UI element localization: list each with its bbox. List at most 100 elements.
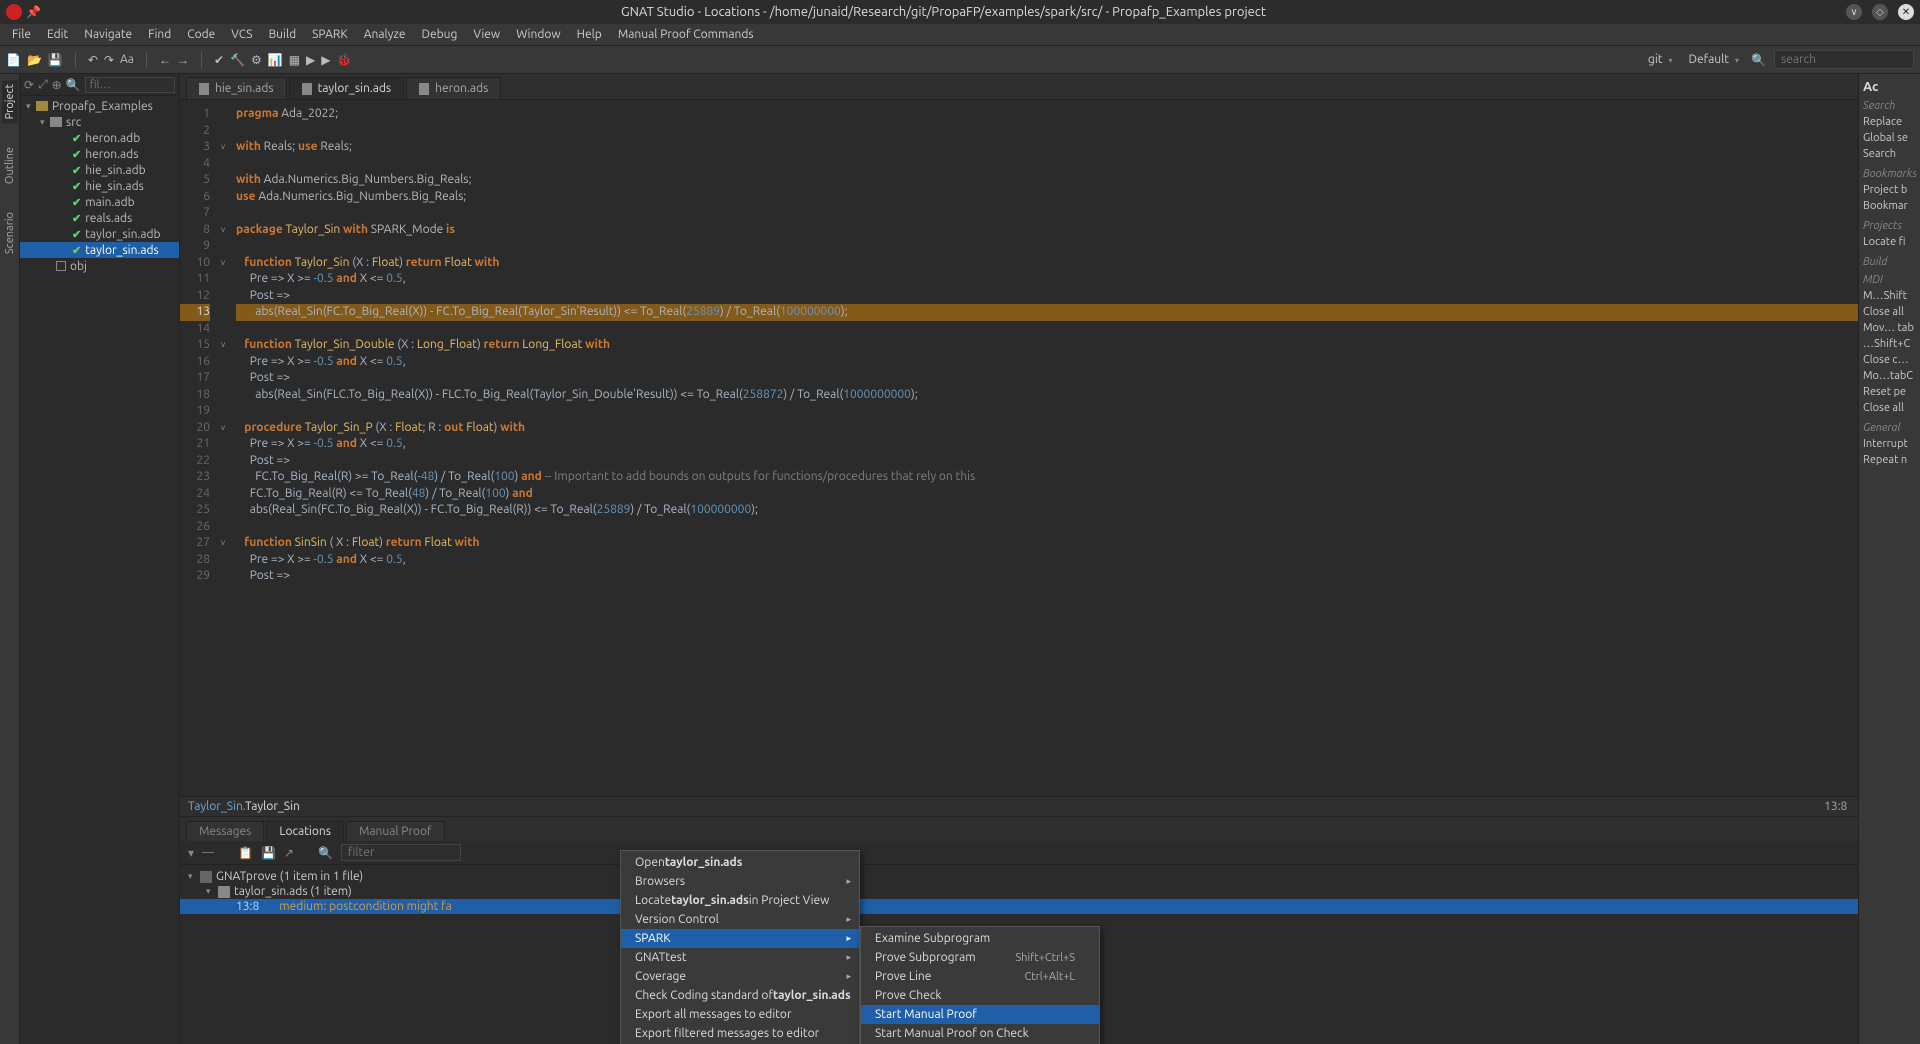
menu-spark[interactable]: SPARK (304, 26, 356, 43)
ctx-item[interactable]: Check Coding standard of taylor_sin.ads (621, 986, 859, 1005)
file-hie_sin-ads[interactable]: ✔hie_sin.ads (20, 178, 179, 194)
vtab-project[interactable]: Project (2, 80, 18, 123)
project-tree[interactable]: ▾Propafp_Examples▾src✔heron.adb✔heron.ad… (20, 96, 179, 276)
right-action[interactable]: Mov… tab (1863, 320, 1916, 336)
right-action[interactable]: Close all (1863, 400, 1916, 416)
locations-item[interactable]: 13:8 medium: postcondition might fa (180, 899, 1920, 914)
file-reals-ads[interactable]: ✔reals.ads (20, 210, 179, 226)
nav-back-icon[interactable]: ← (159, 53, 171, 67)
debug-icon[interactable]: 🐞 (337, 53, 352, 67)
search-input[interactable] (1774, 50, 1914, 69)
right-action[interactable]: …Shift+C (1863, 336, 1916, 352)
ctx-item[interactable]: Prove SubprogramShift+Ctrl+S (861, 948, 1099, 967)
export-icon[interactable]: ↗ (284, 846, 294, 860)
right-action[interactable]: Search (1863, 146, 1916, 162)
analyze-icon[interactable]: 📊 (268, 53, 283, 67)
right-action[interactable]: Project b (1863, 182, 1916, 198)
ctx-item[interactable]: Export filtered messages to editor (621, 1024, 859, 1043)
bottom-tab-messages[interactable]: Messages (186, 821, 264, 841)
file-heron-ads[interactable]: ✔heron.ads (20, 146, 179, 162)
nav-forward-icon[interactable]: → (177, 53, 189, 67)
locations-tree[interactable]: ▾ GNATprove (1 item in 1 file) ▾ taylor_… (180, 865, 1920, 1044)
editor-tab-taylor_sin-ads[interactable]: taylor_sin.ads (289, 77, 405, 99)
minimize-button[interactable]: ∨ (1846, 4, 1862, 20)
table-icon[interactable]: ▦ (289, 53, 300, 67)
save-icon[interactable]: 💾 (48, 53, 63, 67)
vcs-dropdown[interactable]: git (1644, 51, 1677, 68)
collapse-all-icon[interactable]: ▾ (188, 846, 194, 860)
build2-icon[interactable]: ⚙ (251, 53, 262, 67)
project-root[interactable]: ▾Propafp_Examples (20, 98, 179, 114)
maximize-button[interactable]: ◇ (1872, 4, 1888, 20)
right-action[interactable]: M…Shift (1863, 288, 1916, 304)
redo-icon[interactable]: ↷ (104, 53, 114, 67)
refresh-icon[interactable]: ⟳ (24, 78, 34, 92)
menu-build[interactable]: Build (261, 26, 305, 43)
menu-window[interactable]: Window (508, 26, 568, 43)
menu-file[interactable]: File (4, 26, 39, 43)
locations-root[interactable]: ▾ GNATprove (1 item in 1 file) (180, 869, 1920, 884)
open-folder-icon[interactable]: 📂 (27, 53, 42, 67)
right-action[interactable]: Bookmar (1863, 198, 1916, 214)
menu-code[interactable]: Code (179, 26, 223, 43)
file-taylor_sin-ads[interactable]: ✔taylor_sin.ads (20, 242, 179, 258)
right-action[interactable]: Replace (1863, 114, 1916, 130)
folder-src[interactable]: ▾src (20, 114, 179, 130)
file-taylor_sin-adb[interactable]: ✔taylor_sin.adb (20, 226, 179, 242)
ctx-item[interactable]: Prove Check (861, 986, 1099, 1005)
menu-vcs[interactable]: VCS (223, 26, 260, 43)
config-dropdown[interactable]: Default (1684, 51, 1743, 68)
menu-manual-proof-commands[interactable]: Manual Proof Commands (610, 26, 762, 43)
menu-edit[interactable]: Edit (39, 26, 76, 43)
project-filter-input[interactable] (85, 77, 175, 93)
right-action[interactable]: Locate fi (1863, 234, 1916, 250)
check-icon[interactable]: ✔ (214, 53, 224, 67)
editor-tab-heron-ads[interactable]: heron.ads (406, 77, 501, 99)
locations-file[interactable]: ▾ taylor_sin.ads (1 item) (180, 884, 1920, 899)
ctx-item[interactable]: Start Manual Proof on Check (861, 1024, 1099, 1043)
right-action[interactable]: Close all (1863, 304, 1916, 320)
save-icon[interactable]: 💾 (261, 846, 276, 860)
right-action[interactable]: Close c… (1863, 352, 1916, 368)
case-icon[interactable]: Aa (120, 53, 134, 66)
editor-tab-hie_sin-ads[interactable]: hie_sin.ads (186, 77, 287, 99)
code-editor[interactable]: 1234567891011121314151617181920212223242… (180, 100, 1920, 796)
file-hie_sin-adb[interactable]: ✔hie_sin.adb (20, 162, 179, 178)
ctx-item[interactable]: Coverage (621, 967, 859, 986)
locate-icon[interactable]: ⊕ (52, 78, 62, 92)
ctx-item[interactable]: Export all messages to editor (621, 1005, 859, 1024)
ctx-item[interactable]: Open taylor_sin.ads (621, 853, 859, 872)
menu-analyze[interactable]: Analyze (356, 26, 414, 43)
expand-icon[interactable]: ⤢ (38, 78, 48, 92)
remove-icon[interactable]: — (202, 846, 214, 859)
new-file-icon[interactable]: 📄 (6, 53, 21, 67)
ctx-item[interactable]: SPARK (621, 929, 859, 948)
right-action[interactable]: Interrupt (1863, 436, 1916, 452)
copy-icon[interactable]: 📋 (238, 846, 253, 860)
pin-icon[interactable]: 📌 (26, 5, 41, 19)
undo-icon[interactable]: ↶ (88, 53, 98, 67)
code-content[interactable]: pragma Ada_2022;with Reals; use Reals;wi… (230, 100, 1920, 796)
menu-help[interactable]: Help (569, 26, 610, 43)
right-action[interactable]: Repeat n (1863, 452, 1916, 468)
vtab-outline[interactable]: Outline (2, 143, 18, 188)
ctx-item[interactable]: Version Control (621, 910, 859, 929)
run2-icon[interactable]: ▶ (321, 53, 330, 67)
fold-column[interactable]: ˅˅˅˅˅˅ (216, 100, 230, 796)
ctx-item[interactable]: Start Manual Proof (861, 1005, 1099, 1024)
bottom-tab-locations[interactable]: Locations (266, 821, 344, 841)
right-action[interactable]: Global se (1863, 130, 1916, 146)
close-button[interactable]: ✕ (1898, 4, 1914, 20)
ctx-item[interactable]: Prove LineCtrl+Alt+L (861, 967, 1099, 986)
file-heron-adb[interactable]: ✔heron.adb (20, 130, 179, 146)
menu-navigate[interactable]: Navigate (76, 26, 140, 43)
ctx-item[interactable]: Browsers (621, 872, 859, 891)
locations-filter-input[interactable] (341, 844, 461, 861)
ctx-item[interactable]: Examine Subprogram (861, 929, 1099, 948)
right-action[interactable]: Reset pe (1863, 384, 1916, 400)
build-icon[interactable]: 🔨 (230, 53, 245, 67)
ctx-item[interactable]: GNATtest (621, 948, 859, 967)
right-action[interactable]: Mo…tabC (1863, 368, 1916, 384)
file-main-adb[interactable]: ✔main.adb (20, 194, 179, 210)
menu-view[interactable]: View (465, 26, 508, 43)
